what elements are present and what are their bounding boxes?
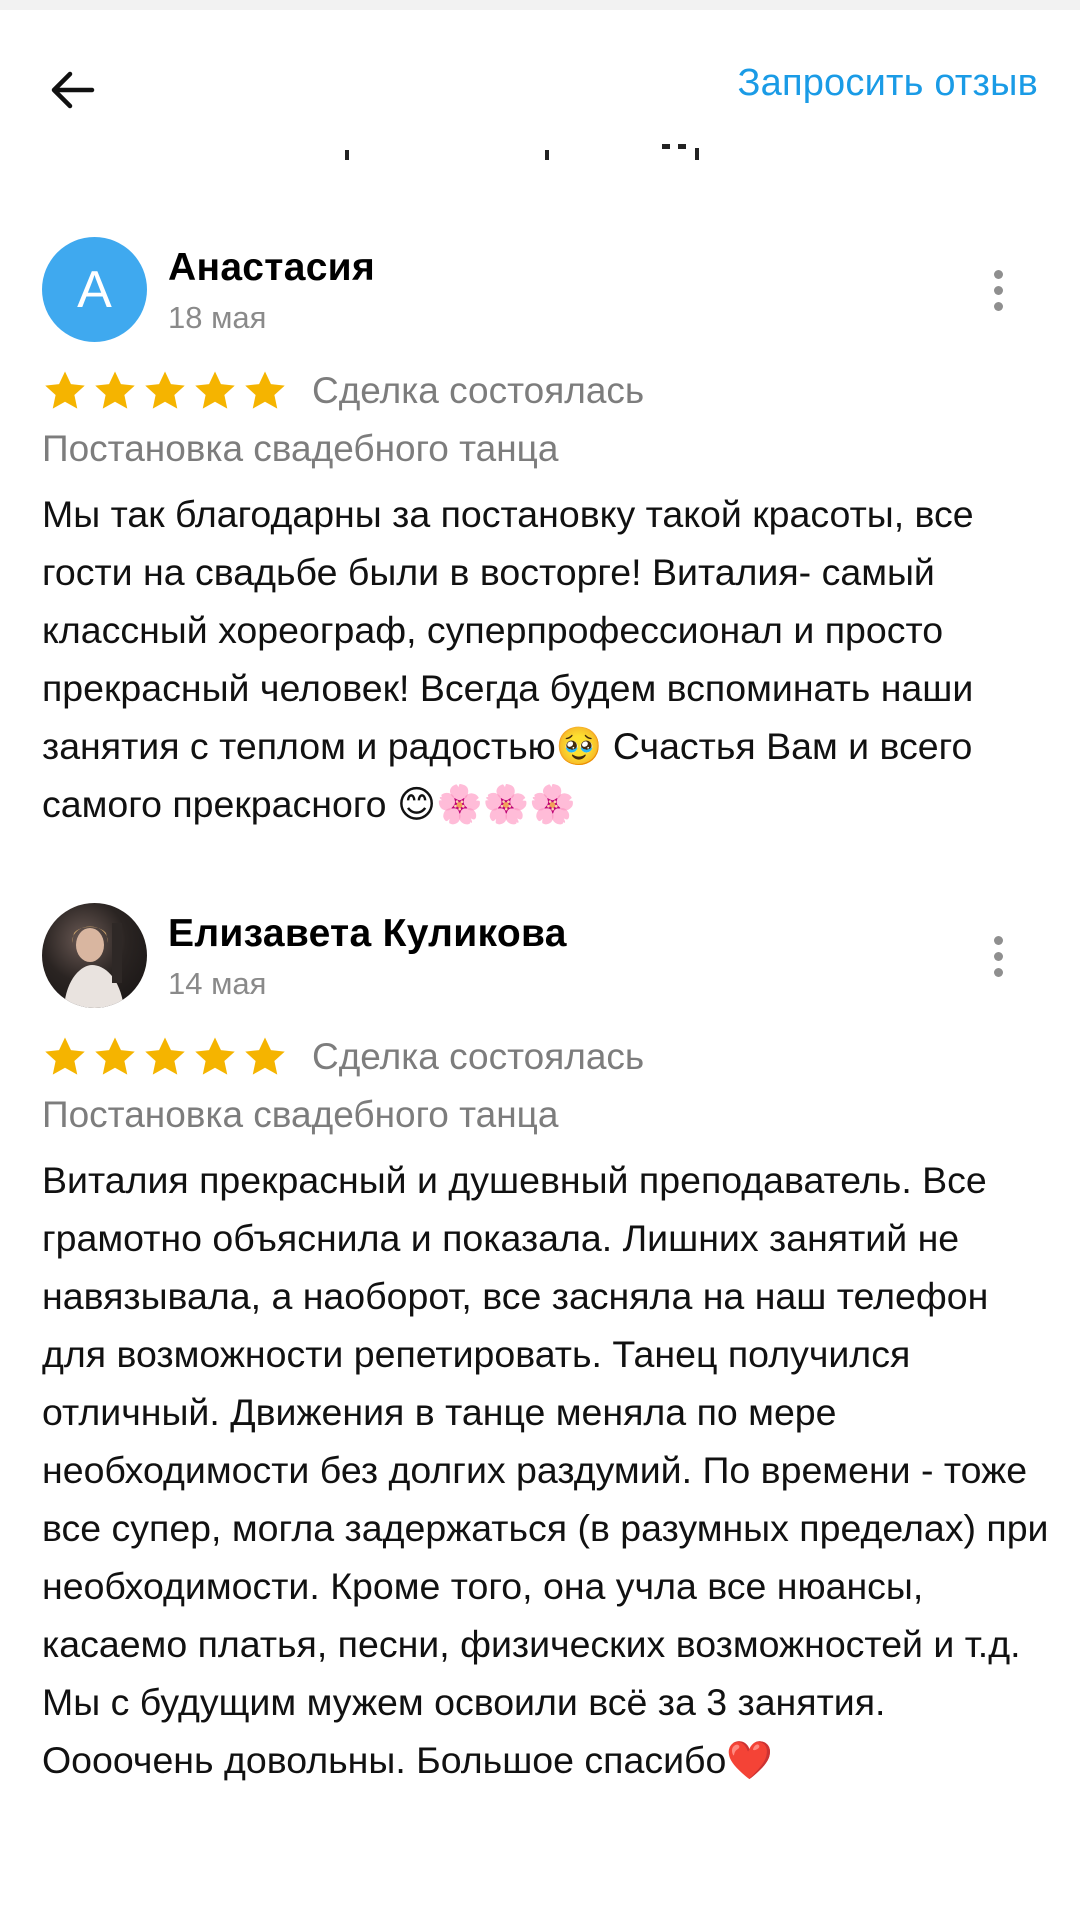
star-icon <box>195 1037 235 1075</box>
service-name: Постановка свадебного танца <box>42 1094 559 1135</box>
star-icon <box>195 371 235 409</box>
more-options-button[interactable] <box>978 255 1018 325</box>
more-options-button[interactable] <box>978 921 1018 991</box>
service-name: Постановка свадебного танца <box>42 428 559 469</box>
rating-row: Сделка состоялась <box>42 368 644 414</box>
arrow-left-icon <box>51 71 95 109</box>
deal-status: Сделка состоялась <box>312 1036 645 1077</box>
deal-status: Сделка состоялась <box>312 370 645 411</box>
star-icon <box>145 1037 185 1075</box>
star-icon <box>245 1037 285 1075</box>
avatar[interactable]: А <box>42 237 147 342</box>
star-icon <box>95 1037 135 1075</box>
star-icon <box>45 371 85 409</box>
star-icon <box>45 1037 85 1075</box>
status-bar-strip <box>0 0 1080 10</box>
review-date: 14 мая <box>168 966 267 1001</box>
top-app-bar: Запросить отзыв <box>0 10 1080 160</box>
rating-row: Сделка состоялась <box>42 1034 644 1080</box>
star-icon <box>95 371 135 409</box>
more-vertical-icon <box>993 269 1003 279</box>
reviewer-name[interactable]: Елизавета Куликова <box>168 912 567 956</box>
star-icon <box>245 371 285 409</box>
more-vertical-icon <box>993 935 1003 945</box>
request-review-button[interactable]: Запросить отзыв <box>737 62 1038 105</box>
avatar-photo-icon <box>64 923 124 1008</box>
review-date: 18 мая <box>168 300 267 335</box>
avatar[interactable] <box>42 903 147 1008</box>
reviewer-name[interactable]: Анастасия <box>168 246 375 290</box>
star-icon <box>145 371 185 409</box>
review-text: Мы так благодарны за постановку такой кр… <box>42 493 974 825</box>
review-text: Виталия прекрасный и душевный преподават… <box>42 1159 1049 1781</box>
back-button[interactable] <box>42 60 102 120</box>
clipped-previous-text <box>0 140 1080 164</box>
